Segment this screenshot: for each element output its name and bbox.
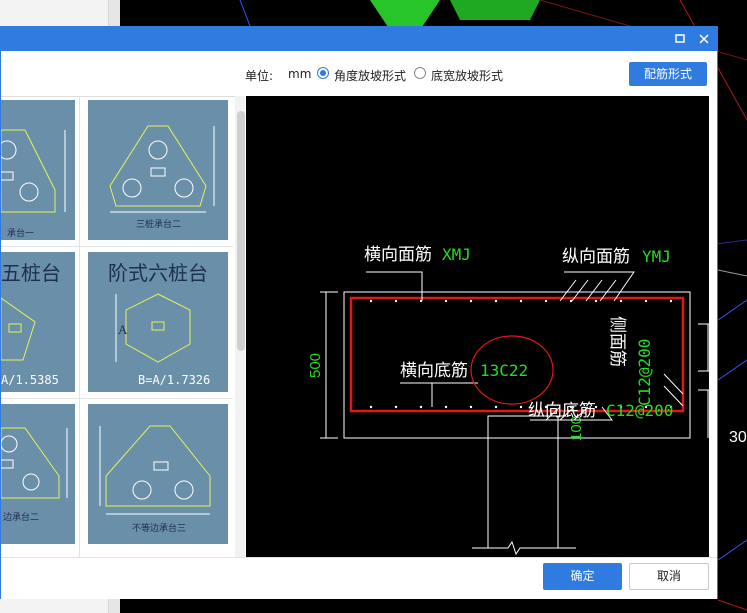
dialog-footer: 确定 取消: [1, 557, 717, 599]
thumb-title: 阶式六桩台: [108, 262, 208, 285]
pile-cap-diagram: 不等边承台三: [99, 425, 211, 534]
maximize-icon: [675, 34, 685, 43]
ok-button[interactable]: 确定: [543, 563, 622, 590]
label-transverse-top-rebar: 横向面筋: [364, 245, 432, 264]
thumb-caption: 三桩承台二: [136, 218, 181, 230]
thumb-caption: 不等边承台三: [132, 522, 186, 534]
radio-width-slope[interactable]: [414, 67, 426, 79]
dialog-titlebar[interactable]: [1, 27, 717, 51]
gallery-top-border: [1, 96, 245, 97]
gallery-scrollbar-thumb[interactable]: [237, 111, 245, 351]
thumb-caption: A/1.5385: [1, 373, 59, 387]
radio-angle-slope-label[interactable]: 角度放坡形式: [334, 67, 406, 84]
cancel-button[interactable]: 取消: [629, 563, 709, 590]
pile-cap-diagram: 五桩台 A/1.5385: [1, 262, 61, 387]
label-longitudinal-bottom-rebar: 纵向底筋: [528, 401, 596, 420]
rebar-form-button[interactable]: 配筋形式: [629, 62, 707, 86]
pile-cap-thumb-2[interactable]: 三桩承台二: [88, 100, 228, 240]
gallery-grid-line: [1, 246, 233, 247]
thumb-caption: 边承台二: [3, 511, 39, 523]
close-icon: [699, 34, 709, 44]
thumb-caption: 承台一: [7, 227, 34, 239]
pile-cap-thumb-3[interactable]: 五桩台 A/1.5385: [1, 252, 75, 392]
maximize-button[interactable]: [671, 30, 689, 48]
pile-cap-diagram: 阶式六桩台 A B=A/1.7326: [108, 262, 210, 387]
unit-value: mm: [288, 67, 312, 81]
pile-cap-thumb-4[interactable]: 阶式六桩台 A B=A/1.7326: [88, 252, 228, 392]
pile-cap-diagram: 边承台二: [1, 427, 68, 523]
gallery-grid-line: [1, 398, 233, 399]
code-side-rebar: C12@200: [635, 339, 654, 406]
close-button[interactable]: [695, 30, 713, 48]
code-transverse-bottom-rebar: 13C22: [480, 361, 528, 380]
label-side-rebar: 侧面筋: [608, 316, 627, 367]
pile-cap-diagram: 三桩承台二: [109, 125, 215, 230]
thumb-caption: B=A/1.7326: [138, 373, 210, 387]
section-preview: 500 100 横向面筋 XMJ 纵向面筋 YMJ 横向底筋 13C22 纵向底…: [246, 96, 709, 557]
pile-cap-section-drawing: 500 100 横向面筋 XMJ 纵向面筋 YMJ 横向底筋 13C22 纵向底…: [307, 245, 709, 556]
pile-cap-thumb-6[interactable]: 不等边承台三: [88, 404, 228, 544]
thumb-title: 五桩台: [1, 262, 61, 285]
dialog-toolbar: 单位: mm 角度放坡形式 底宽放坡形式 配筋形式: [1, 51, 717, 95]
pile-cap-diagram: 承台一: [1, 129, 66, 239]
code-longitudinal-top-rebar: YMJ: [642, 247, 671, 266]
cad-dimension-label: 30: [729, 429, 747, 446]
radio-angle-slope[interactable]: [317, 67, 329, 79]
height-dimension: 500: [307, 353, 324, 378]
unit-label: 单位:: [245, 69, 274, 83]
label-transverse-bottom-rebar: 横向底筋: [400, 361, 468, 380]
pile-cap-thumb-5[interactable]: 边承台二: [1, 404, 75, 544]
gallery-grid-line: [79, 96, 80, 557]
rebar-settings-dialog: 单位: mm 角度放坡形式 底宽放坡形式 配筋形式 承台一 三桩承台二 五桩台 …: [0, 26, 718, 599]
code-transverse-top-rebar: XMJ: [442, 245, 471, 264]
label-longitudinal-top-rebar: 纵向面筋: [562, 247, 630, 266]
pile-cap-thumb-1[interactable]: 承台一: [1, 100, 75, 240]
thumb-dim-label: A: [118, 322, 128, 337]
pile-cap-gallery: 承台一 三桩承台二 五桩台 A/1.5385 阶式六桩台 A B=A/1.732…: [1, 96, 245, 557]
radio-width-slope-label[interactable]: 底宽放坡形式: [431, 67, 503, 84]
